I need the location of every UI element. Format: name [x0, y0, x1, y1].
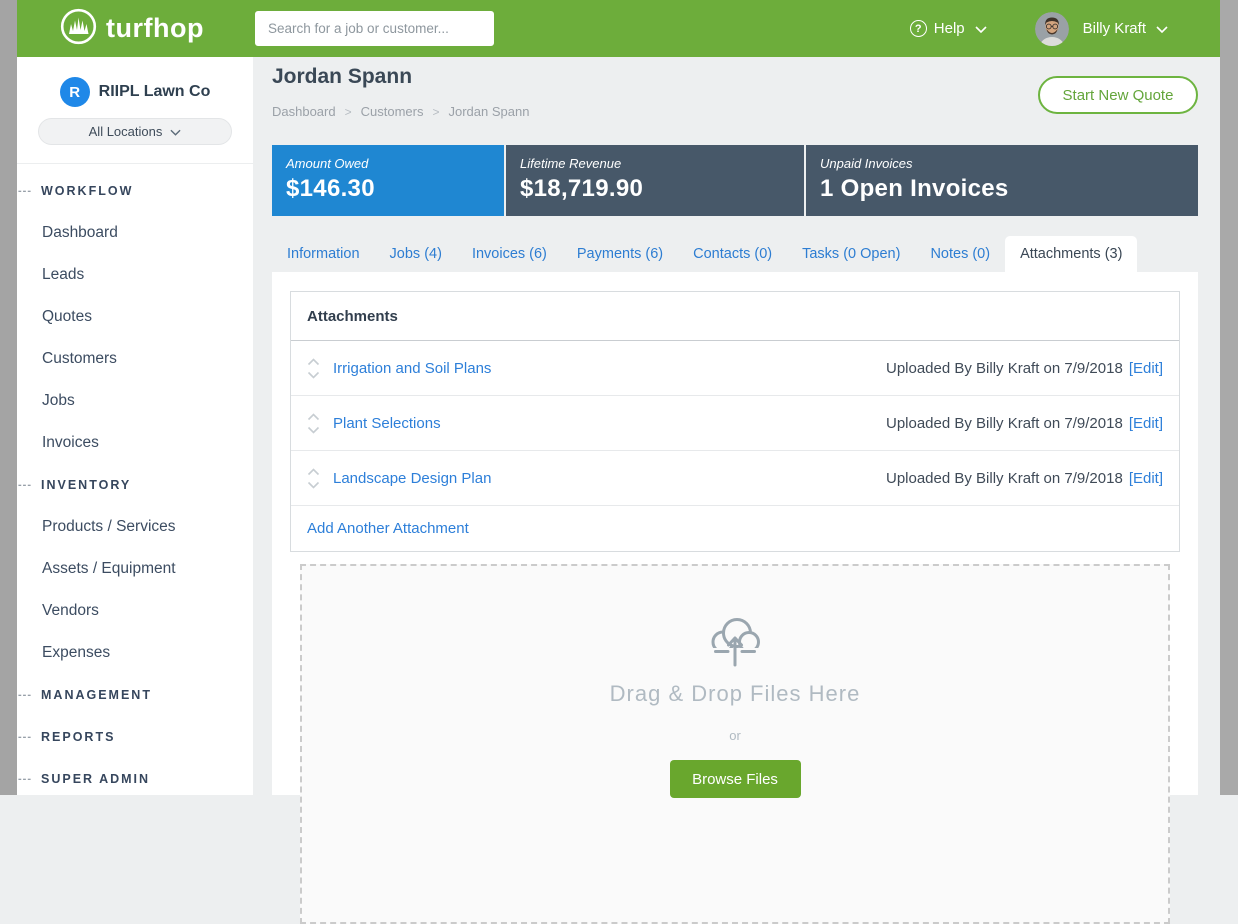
attachment-row: Landscape Design Plan Uploaded By Billy …: [291, 451, 1179, 506]
sidebar-item-leads[interactable]: Leads: [17, 254, 253, 296]
top-navbar: turfhop ? Help Billy Kraft: [17, 0, 1220, 57]
chevron-down-icon: [170, 124, 181, 139]
dropzone-title: Drag & Drop Files Here: [302, 681, 1168, 707]
user-avatar[interactable]: [1035, 12, 1069, 46]
cloud-upload-icon: [302, 612, 1168, 673]
user-name[interactable]: Billy Kraft: [1083, 20, 1146, 37]
add-attachment-row: Add Another Attachment: [291, 506, 1179, 551]
browse-files-button[interactable]: Browse Files: [670, 760, 801, 798]
attachment-link[interactable]: Irrigation and Soil Plans: [333, 360, 491, 377]
help-menu[interactable]: ? Help: [910, 20, 987, 37]
turfhop-logo[interactable]: turfhop: [60, 8, 204, 50]
sidebar-item-vendors[interactable]: Vendors: [17, 590, 253, 632]
stat-label: Amount Owed: [286, 156, 504, 171]
reorder-chevrons-icon[interactable]: [307, 358, 320, 379]
stat-value: $18,719.90: [520, 175, 804, 203]
sidebar-section-reports[interactable]: --- REPORTS: [17, 716, 253, 758]
left-edge-strip: [0, 0, 17, 795]
main-content: Jordan Spann Dashboard > Customers > Jor…: [272, 57, 1198, 795]
attachments-card-title: Attachments: [291, 292, 1179, 341]
tab-invoices[interactable]: Invoices (6): [457, 236, 562, 272]
help-label: Help: [934, 20, 965, 37]
sidebar-section-inventory[interactable]: --- INVENTORY: [17, 464, 253, 506]
stat-unpaid-invoices: Unpaid Invoices 1 Open Invoices: [806, 145, 1198, 216]
stat-lifetime-revenue: Lifetime Revenue $18,719.90: [506, 145, 804, 216]
stat-label: Lifetime Revenue: [520, 156, 804, 171]
stat-value: $146.30: [286, 175, 504, 203]
tab-bar: Information Jobs (4) Invoices (6) Paymen…: [272, 236, 1198, 272]
sidebar-item-invoices[interactable]: Invoices: [17, 422, 253, 464]
sidebar-item-dashboard[interactable]: Dashboard: [17, 212, 253, 254]
tab-jobs[interactable]: Jobs (4): [375, 236, 457, 272]
chevron-down-icon[interactable]: [1156, 20, 1168, 38]
attachment-meta: Uploaded By Billy Kraft on 7/9/2018: [886, 415, 1123, 432]
tab-attachments[interactable]: Attachments (3): [1005, 236, 1137, 272]
dropzone-or-label: or: [302, 728, 1168, 743]
file-dropzone[interactable]: Drag & Drop Files Here or Browse Files: [300, 564, 1170, 924]
org-avatar: R: [60, 77, 90, 107]
tab-notes[interactable]: Notes (0): [915, 236, 1005, 272]
search-input[interactable]: [255, 11, 494, 46]
section-dashes-icon: ---: [17, 185, 41, 197]
locations-dropdown[interactable]: All Locations: [38, 118, 232, 145]
reorder-chevrons-icon[interactable]: [307, 468, 320, 489]
breadcrumb-customers[interactable]: Customers: [361, 104, 424, 119]
attachment-meta: Uploaded By Billy Kraft on 7/9/2018: [886, 360, 1123, 377]
chevron-right-icon: >: [432, 105, 439, 119]
section-dashes-icon: ---: [17, 689, 41, 701]
edit-link[interactable]: [Edit]: [1129, 360, 1163, 377]
sidebar-menu: --- WORKFLOW Dashboard Leads Quotes Cust…: [17, 164, 253, 800]
help-question-icon: ?: [910, 20, 927, 37]
stat-label: Unpaid Invoices: [820, 156, 1198, 171]
chevron-right-icon: >: [345, 105, 352, 119]
attachment-link[interactable]: Plant Selections: [333, 415, 441, 432]
breadcrumb: Dashboard > Customers > Jordan Spann: [272, 104, 529, 119]
sidebar-item-quotes[interactable]: Quotes: [17, 296, 253, 338]
stat-amount-owed: Amount Owed $146.30: [272, 145, 504, 216]
turfhop-grass-icon: [60, 8, 97, 50]
tab-information[interactable]: Information: [272, 236, 375, 272]
section-dashes-icon: ---: [17, 773, 41, 785]
start-new-quote-button[interactable]: Start New Quote: [1038, 76, 1198, 114]
attachments-card: Attachments Irrigation and Soil Plans Up…: [290, 291, 1180, 552]
stats-bar: Amount Owed $146.30 Lifetime Revenue $18…: [272, 145, 1198, 216]
sidebar-item-jobs[interactable]: Jobs: [17, 380, 253, 422]
section-dashes-icon: ---: [17, 479, 41, 491]
sidebar-section-management[interactable]: --- MANAGEMENT: [17, 674, 253, 716]
brand-wordmark: turfhop: [106, 13, 204, 44]
right-edge-strip: [1220, 0, 1238, 795]
section-dashes-icon: ---: [17, 731, 41, 743]
sidebar-item-assets-equipment[interactable]: Assets / Equipment: [17, 548, 253, 590]
reorder-chevrons-icon[interactable]: [307, 413, 320, 434]
sidebar-section-workflow[interactable]: --- WORKFLOW: [17, 170, 253, 212]
tab-tasks[interactable]: Tasks (0 Open): [787, 236, 915, 272]
breadcrumb-dashboard[interactable]: Dashboard: [272, 104, 336, 119]
sidebar-item-products-services[interactable]: Products / Services: [17, 506, 253, 548]
attachment-row: Plant Selections Uploaded By Billy Kraft…: [291, 396, 1179, 451]
org-name: RIIPL Lawn Co: [99, 83, 211, 101]
attachment-link[interactable]: Landscape Design Plan: [333, 470, 491, 487]
breadcrumb-current: Jordan Spann: [449, 104, 530, 119]
sidebar: R RIIPL Lawn Co All Locations --- WORKFL…: [17, 57, 253, 795]
edit-link[interactable]: [Edit]: [1129, 470, 1163, 487]
locations-label: All Locations: [89, 124, 163, 139]
tab-contacts[interactable]: Contacts (0): [678, 236, 787, 272]
sidebar-item-customers[interactable]: Customers: [17, 338, 253, 380]
sidebar-section-super-admin[interactable]: --- SUPER ADMIN: [17, 758, 253, 800]
attachment-row: Irrigation and Soil Plans Uploaded By Bi…: [291, 341, 1179, 396]
attachment-meta: Uploaded By Billy Kraft on 7/9/2018: [886, 470, 1123, 487]
add-another-attachment-link[interactable]: Add Another Attachment: [307, 520, 469, 537]
org-block: R RIIPL Lawn Co All Locations: [17, 57, 253, 164]
stat-value: 1 Open Invoices: [820, 175, 1198, 203]
sidebar-item-expenses[interactable]: Expenses: [17, 632, 253, 674]
edit-link[interactable]: [Edit]: [1129, 415, 1163, 432]
chevron-down-icon: [975, 20, 987, 37]
attachments-panel: Attachments Irrigation and Soil Plans Up…: [272, 272, 1198, 795]
tab-payments[interactable]: Payments (6): [562, 236, 678, 272]
page-title: Jordan Spann: [272, 65, 412, 89]
